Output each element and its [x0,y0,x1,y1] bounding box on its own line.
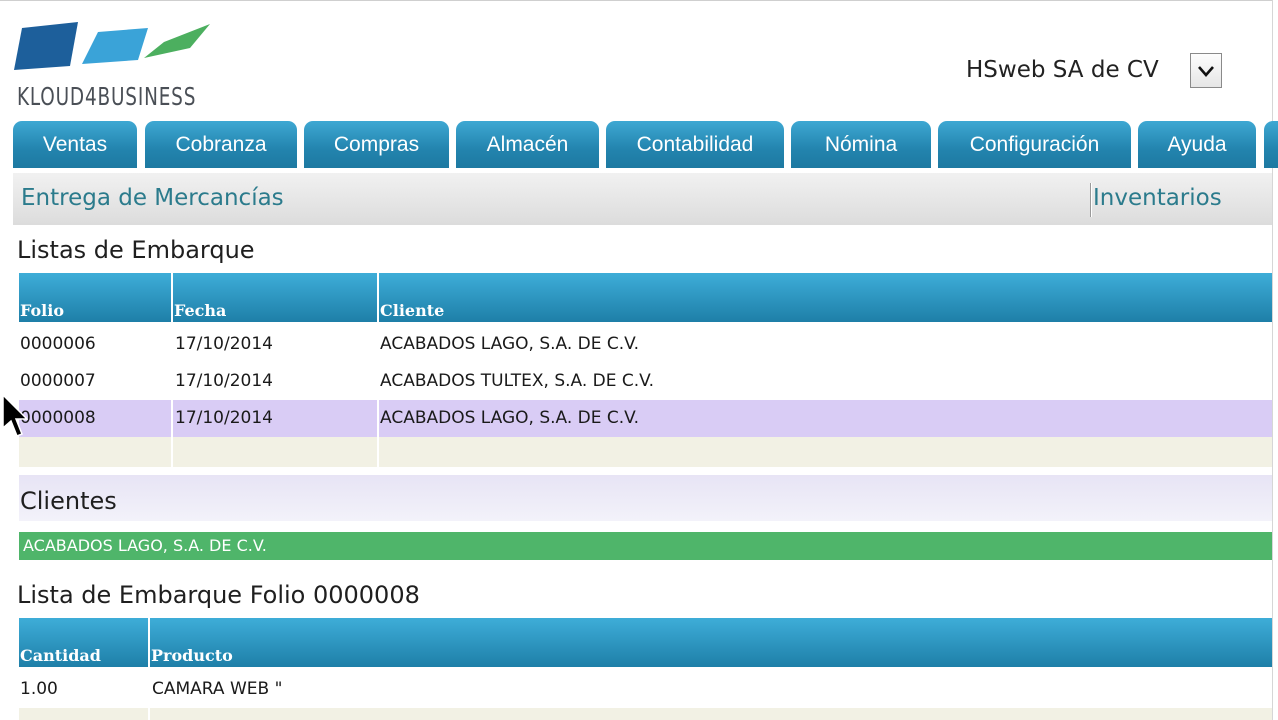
table-row-empty [19,437,1272,467]
tab-compras[interactable]: Compras [304,121,449,168]
tab-nomina[interactable]: Nómina [791,121,931,168]
clients-title: Clientes [20,487,117,515]
column-header-cantidad[interactable]: Cantidad [19,618,150,667]
window-top-border [0,0,1278,5]
shipping-lists-title: Listas de Embarque [17,236,255,264]
company-name: HSweb SA de CV [966,57,1159,83]
tab-overflow[interactable] [1264,121,1278,168]
tab-almacen[interactable]: Almacén [456,121,599,168]
column-header-label: Cantidad [20,646,101,665]
cell-fecha: 17/10/2014 [174,400,379,437]
cell-folio: 0000006 [19,326,173,363]
column-header-label: Fecha [174,301,227,320]
cell-folio: 0000007 [19,363,173,400]
empty-cell [19,437,173,467]
cell-cliente: ACABADOS LAGO, S.A. DE C.V. [380,408,640,428]
cell-producto: CAMARA WEB " [152,679,283,699]
table-row-empty [19,708,1272,720]
tab-ayuda[interactable]: Ayuda [1138,121,1256,168]
logo: KLOUD4BUSINESS [14,20,214,112]
column-header-cliente[interactable]: Cliente [379,273,1272,322]
cell-cliente: ACABADOS TULTEX, S.A. DE C.V. [380,371,655,391]
column-header-producto[interactable]: Producto [150,618,1272,667]
empty-cell [174,437,379,467]
company-select-button[interactable] [1190,53,1222,88]
logo-mark-icon [14,22,210,70]
tab-cobranza[interactable]: Cobranza [145,121,297,168]
tab-configuracion[interactable]: Configuración [938,121,1131,168]
table-row-selected[interactable]: 0000008 17/10/2014 ACABADOS LAGO, S.A. D… [19,400,1272,437]
submenu-bar: Entrega de Mercancías Inventarios [13,173,1272,225]
chevron-down-icon [1198,65,1214,77]
shipping-lists-grid: Folio Fecha Cliente 0000006 17/10/2014 A… [19,273,1272,467]
column-header-label: Producto [151,646,233,665]
table-row[interactable]: 1.00 CAMARA WEB " [19,671,1272,708]
logo-text: KLOUD4BUSINESS [17,82,197,111]
main-nav: Ventas Cobranza Compras Almacén Contabil… [13,121,1278,168]
tab-contabilidad[interactable]: Contabilidad [606,121,784,168]
scrollbar[interactable] [1272,0,1278,720]
cell-fecha: 17/10/2014 [174,363,379,400]
column-header-label: Folio [20,301,64,320]
empty-cell [151,708,1272,720]
submenu-divider [1090,183,1092,217]
table-row[interactable]: 0000007 17/10/2014 ACABADOS TULTEX, S.A.… [19,363,1272,400]
column-header-fecha[interactable]: Fecha [173,273,379,322]
grid-header: Cantidad Producto [19,618,1272,667]
tab-ventas[interactable]: Ventas [13,121,137,168]
client-name: ACABADOS LAGO, S.A. DE C.V. [23,536,267,555]
cell-fecha: 17/10/2014 [174,326,379,363]
column-header-label: Cliente [380,301,445,320]
cell-cantidad: 1.00 [19,671,150,708]
empty-cell [19,708,150,720]
cell-folio: 0000008 [19,400,173,437]
grid-header: Folio Fecha Cliente [19,273,1272,322]
mouse-pointer-icon [2,394,28,437]
clients-panel-header: Clientes [19,475,1272,521]
submenu-entrega-link[interactable]: Entrega de Mercancías [21,185,284,211]
cell-cliente: ACABADOS LAGO, S.A. DE C.V. [380,334,640,354]
submenu-inventarios-link[interactable]: Inventarios [1093,185,1222,211]
client-selected-row[interactable]: ACABADOS LAGO, S.A. DE C.V. [19,532,1272,560]
table-row[interactable]: 0000006 17/10/2014 ACABADOS LAGO, S.A. D… [19,326,1272,363]
detail-grid: Cantidad Producto 1.00 CAMARA WEB " [19,618,1272,720]
empty-cell [379,437,1272,467]
column-header-folio[interactable]: Folio [19,273,173,322]
detail-title: Lista de Embarque Folio 0000008 [17,581,420,609]
